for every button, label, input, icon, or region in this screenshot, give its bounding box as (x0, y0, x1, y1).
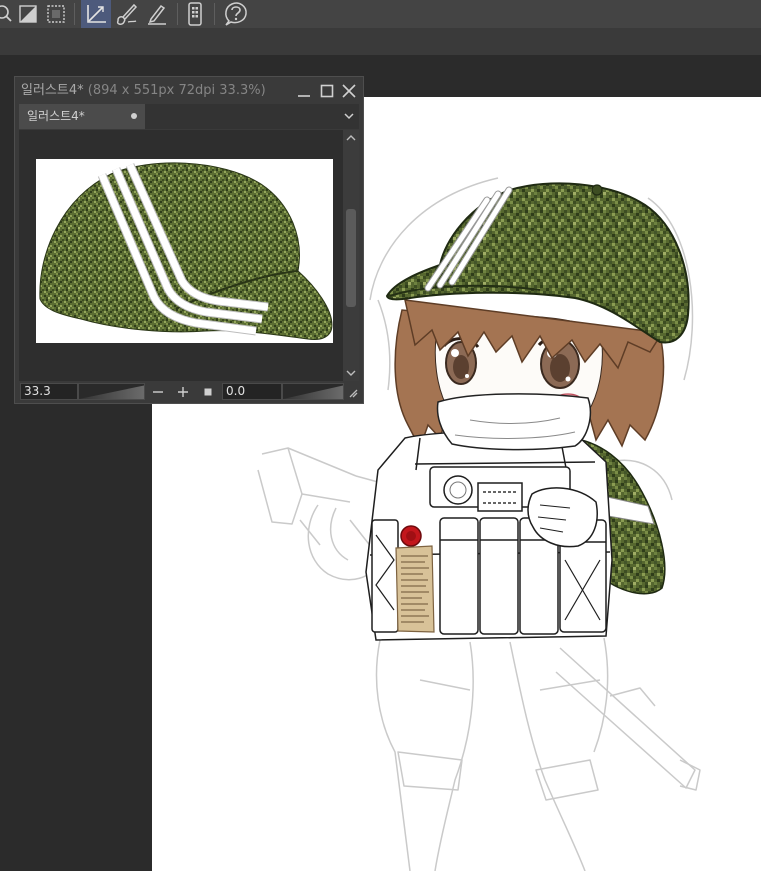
chevron-up-icon (346, 135, 356, 141)
pen-icon (148, 4, 166, 25)
scroll-up-button[interactable] (343, 130, 359, 146)
fit-to-view-icon (204, 388, 212, 396)
palette-menu-button[interactable] (341, 108, 357, 124)
zoom-out-icon (153, 391, 163, 393)
neck-gaiter (436, 393, 592, 451)
reference-image (36, 159, 333, 343)
zoom-in-icon (178, 387, 188, 397)
resize-grip-icon (349, 389, 358, 398)
pen-tool-button[interactable] (142, 0, 170, 28)
zoom-field[interactable]: 33.3 (20, 383, 78, 400)
chevron-down-icon (344, 113, 354, 120)
scroll-down-button[interactable] (343, 365, 359, 381)
chevron-down-icon (346, 370, 356, 376)
tab-modified-dot (131, 113, 137, 119)
zoom-tool-button[interactable] (0, 0, 14, 28)
minimize-button[interactable] (295, 82, 313, 100)
close-button[interactable] (340, 82, 358, 100)
zoom-out-button[interactable] (150, 383, 166, 400)
sub-view-palette: 일러스트4* (894 x 551px 72dpi 33.3%) 일러스트4* (14, 76, 364, 404)
palette-title-name: 일러스트4* (21, 83, 84, 98)
smartphone-icon (188, 2, 202, 26)
companion-mode-button[interactable] (183, 0, 207, 28)
zoom-in-button[interactable] (175, 383, 191, 400)
minimize-icon (298, 95, 310, 97)
selection-tool-button[interactable] (44, 0, 68, 28)
brush-tool-button[interactable] (112, 0, 140, 28)
tab-illustration[interactable]: 일러스트4* (19, 104, 145, 129)
zoom-slider-ramp (79, 385, 144, 399)
app-window: 일러스트4* (894 x 551px 72dpi 33.3%) 일러스트4* (0, 0, 761, 871)
palette-title-info: (894 x 551px 72dpi 33.3%) (87, 83, 266, 98)
palette-tab-bar: 일러스트4* (19, 104, 359, 129)
purity-seal-paper (395, 545, 435, 633)
palette-title: 일러스트4* (894 x 551px 72dpi 33.3%) (21, 83, 289, 98)
help-icon (225, 2, 247, 26)
resize-grip[interactable] (347, 383, 359, 400)
toolbar-separator (214, 3, 215, 25)
straight-line-tool-button[interactable] (81, 0, 111, 28)
gradient-tool-button[interactable] (16, 0, 40, 28)
rotation-slider-ramp (283, 385, 343, 399)
selection-icon (47, 5, 65, 23)
toolbar-strip (0, 28, 761, 55)
sub-view-controls: 33.3 0.0 (19, 382, 361, 401)
close-icon (342, 84, 356, 98)
zoom-icon (0, 5, 12, 22)
scroll-thumb[interactable] (346, 209, 356, 307)
zoom-slider[interactable] (78, 383, 145, 400)
rotation-slider[interactable] (282, 383, 344, 400)
wax-seal (400, 525, 422, 547)
vertical-scrollbar[interactable] (343, 130, 359, 381)
toolbar-separator (74, 3, 75, 25)
brush-icon (116, 3, 138, 25)
command-bar (0, 0, 761, 28)
straight-line-icon (87, 5, 106, 23)
help-button[interactable] (221, 0, 251, 28)
sub-view-viewport[interactable] (19, 130, 343, 381)
reference-cap-picture (39, 162, 333, 340)
tab-label: 일러스트4* (27, 109, 85, 123)
toolbar-separator (177, 3, 178, 25)
fit-to-view-button[interactable] (200, 383, 216, 400)
rotation-field[interactable]: 0.0 (222, 383, 282, 400)
gradient-icon (19, 5, 37, 23)
palette-title-bar[interactable]: 일러스트4* (894 x 551px 72dpi 33.3%) (15, 77, 363, 104)
maximize-icon (320, 84, 334, 98)
maximize-button[interactable] (318, 82, 336, 100)
